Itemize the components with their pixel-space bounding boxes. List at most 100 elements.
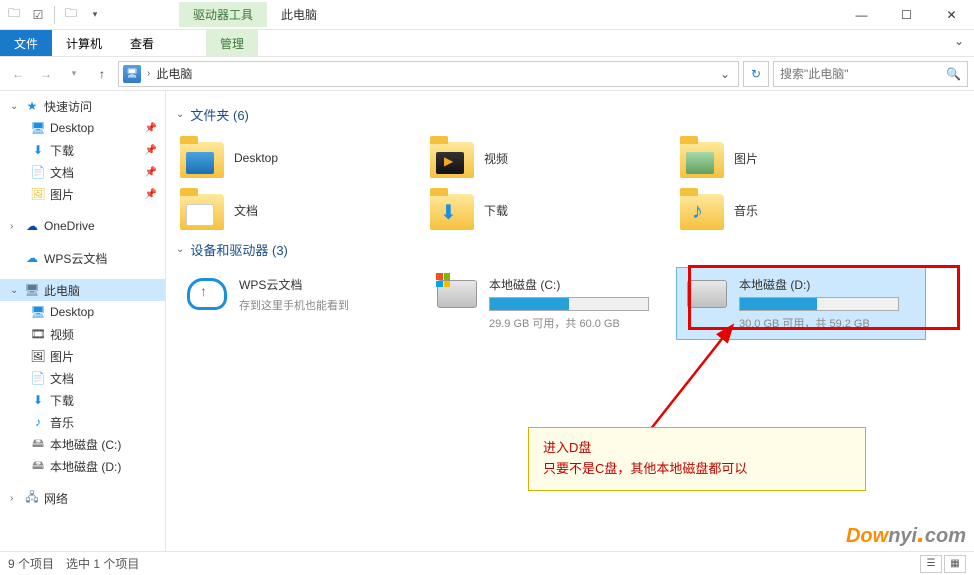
sidebar-pc-downloads[interactable]: ⬇下载 bbox=[0, 389, 165, 411]
sidebar-network[interactable]: ›🖧网络 bbox=[0, 487, 165, 509]
folder-label: 音乐 bbox=[734, 202, 758, 219]
search-input[interactable] bbox=[780, 67, 946, 81]
picture-icon: 🖼 bbox=[30, 186, 46, 202]
back-button[interactable]: ← bbox=[6, 62, 30, 86]
details-view-button[interactable]: ☰ bbox=[920, 555, 942, 573]
folder-desktop[interactable]: Desktop bbox=[176, 132, 426, 184]
document-icon: 📄 bbox=[30, 164, 46, 180]
sidebar-onedrive[interactable]: ›☁OneDrive bbox=[0, 215, 165, 237]
drive-d[interactable]: 本地磁盘 (D:) 30.0 GB 可用，共 59.2 GB bbox=[676, 267, 926, 340]
folder-label: 下载 bbox=[484, 202, 508, 219]
title-this-pc: 此电脑 bbox=[267, 2, 331, 27]
status-selected-count: 选中 1 个项目 bbox=[66, 555, 139, 572]
explorer-icon: 🗀 bbox=[6, 7, 22, 23]
drive-sub: 29.9 GB 可用，共 60.0 GB bbox=[489, 315, 667, 331]
forward-button[interactable]: → bbox=[34, 62, 58, 86]
this-pc-icon: 🖥 bbox=[123, 65, 141, 83]
folder-label: Desktop bbox=[234, 151, 278, 165]
sidebar-pc-desktop[interactable]: 🖥 Desktop bbox=[0, 301, 165, 323]
chevron-right-icon[interactable]: › bbox=[10, 221, 20, 232]
document-icon: 📄 bbox=[30, 370, 46, 386]
address-dropdown-icon[interactable]: ⌄ bbox=[716, 67, 734, 81]
drive-usage-bar bbox=[739, 297, 899, 311]
annotation-line2: 只要不是C盘，其他本地磁盘都可以 bbox=[543, 459, 851, 480]
drive-tools-tab[interactable]: 驱动器工具 bbox=[179, 2, 267, 27]
search-icon[interactable]: 🔍 bbox=[946, 67, 961, 81]
folder-documents[interactable]: 文档 bbox=[176, 184, 426, 236]
sidebar-documents[interactable]: 📄文档📌 bbox=[0, 161, 165, 183]
drive-wps[interactable]: WPS云文档 存到这里手机也能看到 bbox=[176, 267, 426, 340]
chevron-down-icon[interactable]: ⌄ bbox=[10, 285, 20, 296]
music-icon: ♪ bbox=[30, 414, 46, 430]
folder-icon bbox=[430, 138, 474, 178]
tab-file[interactable]: 文件 bbox=[0, 30, 52, 56]
close-button[interactable]: ✕ bbox=[929, 0, 974, 30]
maximize-button[interactable]: ☐ bbox=[884, 0, 929, 30]
sidebar-item-label: 文档 bbox=[50, 164, 74, 181]
navigation-pane: ⌄★快速访问 🖥Desktop📌 ⬇下载📌 📄文档📌 🖼图片📌 ›☁OneDri… bbox=[0, 91, 166, 551]
download-icon: ⬇ bbox=[30, 392, 46, 408]
folder-video[interactable]: 视频 bbox=[426, 132, 676, 184]
address-bar[interactable]: 🖥 › 此电脑 ⌄ bbox=[118, 61, 739, 87]
sidebar-item-label: 视频 bbox=[50, 326, 74, 343]
folder-music[interactable]: 音乐 bbox=[676, 184, 926, 236]
tiles-view-button[interactable]: ▦ bbox=[944, 555, 966, 573]
cloud-icon bbox=[185, 276, 229, 312]
pin-icon: 📌 bbox=[145, 189, 157, 200]
group-header-devices[interactable]: ⌄设备和驱动器 (3) bbox=[176, 240, 974, 259]
drive-sub: 存到这里手机也能看到 bbox=[239, 297, 417, 313]
tab-manage[interactable]: 管理 bbox=[206, 30, 258, 56]
sidebar-quick-access[interactable]: ⌄★快速访问 bbox=[0, 95, 165, 117]
ribbon: 文件 计算机 查看 管理 ⌄ bbox=[0, 30, 974, 57]
folder-icon bbox=[680, 138, 724, 178]
sidebar-pc-video[interactable]: 🎞视频 bbox=[0, 323, 165, 345]
navbar: ← → ▾ ↑ 🖥 › 此电脑 ⌄ ↻ 🔍 bbox=[0, 57, 974, 91]
chevron-down-icon[interactable]: ⌄ bbox=[10, 101, 20, 112]
sidebar-item-label: Desktop bbox=[50, 121, 94, 135]
status-item-count: 9 个项目 bbox=[8, 555, 54, 572]
sidebar-item-label: 图片 bbox=[50, 186, 74, 203]
up-button[interactable]: ↑ bbox=[90, 62, 114, 86]
sidebar-item-label: 网络 bbox=[44, 490, 68, 507]
refresh-button[interactable]: ↻ bbox=[743, 61, 769, 87]
sidebar-disk-d[interactable]: 🖴本地磁盘 (D:) bbox=[0, 455, 165, 477]
disk-icon: 🖴 bbox=[30, 436, 46, 452]
sidebar-item-label: 下载 bbox=[50, 392, 74, 409]
chevron-right-icon[interactable]: › bbox=[10, 493, 20, 504]
drive-c[interactable]: 本地磁盘 (C:) 29.9 GB 可用，共 60.0 GB bbox=[426, 267, 676, 340]
tab-view[interactable]: 查看 bbox=[116, 30, 168, 56]
sidebar-desktop[interactable]: 🖥Desktop📌 bbox=[0, 117, 165, 139]
recent-dropdown-icon[interactable]: ▾ bbox=[62, 62, 86, 86]
picture-icon: 🖼 bbox=[30, 348, 46, 364]
new-folder-icon[interactable]: 🗀 bbox=[63, 7, 79, 23]
sidebar-pictures[interactable]: 🖼图片 📌 bbox=[0, 183, 165, 205]
drive-label: 本地磁盘 (D:) bbox=[739, 276, 917, 293]
ribbon-expand-icon[interactable]: ⌄ bbox=[944, 30, 974, 56]
breadcrumb-chevron-icon[interactable]: › bbox=[147, 68, 150, 79]
desktop-icon: 🖥 bbox=[30, 304, 46, 320]
qat-dropdown-icon[interactable]: ▾ bbox=[87, 7, 103, 23]
sidebar-disk-c[interactable]: 🖴本地磁盘 (C:) bbox=[0, 433, 165, 455]
sidebar-downloads[interactable]: ⬇下载📌 bbox=[0, 139, 165, 161]
minimize-button[interactable]: — bbox=[839, 0, 884, 30]
breadcrumb-item[interactable]: 此电脑 bbox=[156, 65, 710, 82]
sidebar-wps[interactable]: ☁WPS云文档 bbox=[0, 247, 165, 269]
sidebar-item-label: 本地磁盘 (D:) bbox=[50, 458, 121, 475]
sidebar-pc-documents[interactable]: 📄文档 bbox=[0, 367, 165, 389]
folder-pictures[interactable]: 图片 bbox=[676, 132, 926, 184]
sidebar-item-label: Desktop bbox=[50, 305, 94, 319]
folder-icon bbox=[430, 190, 474, 230]
sidebar-pc-music[interactable]: ♪音乐 bbox=[0, 411, 165, 433]
pin-icon: 📌 bbox=[145, 123, 157, 134]
view-toggle: ☰ ▦ bbox=[920, 555, 966, 573]
group-header-folders[interactable]: ⌄文件夹 (6) bbox=[176, 105, 974, 124]
folder-downloads[interactable]: 下载 bbox=[426, 184, 676, 236]
sidebar-item-label: WPS云文档 bbox=[44, 250, 107, 267]
sidebar-pc-pictures[interactable]: 🖼图片 bbox=[0, 345, 165, 367]
properties-icon[interactable]: ☑ bbox=[30, 7, 46, 23]
folder-icon bbox=[180, 138, 224, 178]
search-box[interactable]: 🔍 bbox=[773, 61, 968, 87]
sidebar-this-pc[interactable]: ⌄🖥此电脑 bbox=[0, 279, 165, 301]
tab-computer[interactable]: 计算机 bbox=[52, 30, 116, 56]
drive-usage-bar bbox=[489, 297, 649, 311]
